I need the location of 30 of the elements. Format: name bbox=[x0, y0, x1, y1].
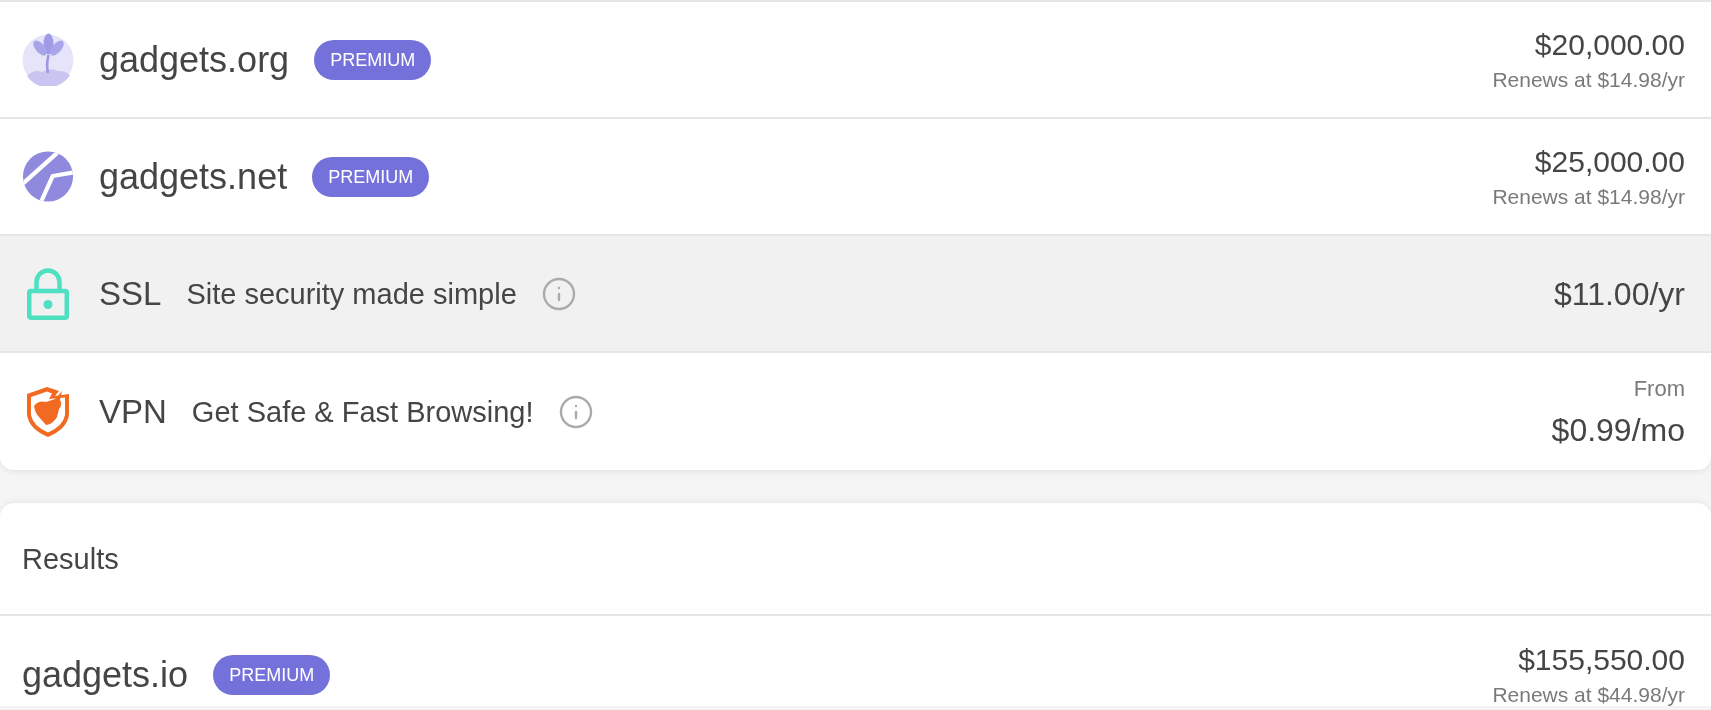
premium-badge: PREMIUM bbox=[213, 654, 331, 695]
results-heading: Results bbox=[22, 541, 119, 576]
renewal-price: Renews at $14.98/yr bbox=[1492, 67, 1685, 92]
renewal-price: Renews at $14.98/yr bbox=[1492, 184, 1685, 209]
info-icon[interactable] bbox=[540, 275, 577, 312]
price: $155,550.00 bbox=[1518, 642, 1685, 677]
domain-row[interactable]: gadgets.org PREMIUM $20,000.00 Renews at $14.98/yr bbox=[0, 2, 1711, 119]
price: $11.00/yr bbox=[1553, 275, 1685, 312]
price-prefix: From bbox=[1633, 375, 1685, 402]
addon-row[interactable]: VPN Get Safe & Fast Browsing! From $0.99/mo bbox=[0, 353, 1711, 470]
price: $0.99/mo bbox=[1551, 411, 1685, 448]
product-name: SSL bbox=[99, 273, 162, 314]
shield-icon bbox=[26, 386, 70, 437]
addon-row[interactable]: SSL Site security made simple $11.00/yr bbox=[0, 236, 1711, 353]
premium-badge: PREMIUM bbox=[314, 39, 432, 80]
product-name: VPN bbox=[99, 391, 167, 432]
renewal-price: Renews at $44.98/yr bbox=[1492, 682, 1685, 706]
domain-row[interactable]: gadgets.net PREMIUM $25,000.00 Renews at $14.98/yr bbox=[0, 119, 1711, 236]
premium-badge: PREMIUM bbox=[312, 156, 430, 197]
info-icon[interactable] bbox=[557, 393, 594, 430]
domain-name[interactable]: gadgets.org bbox=[99, 38, 290, 81]
product-tagline: Get Safe & Fast Browsing! bbox=[191, 394, 534, 430]
product-tagline: Site security made simple bbox=[186, 276, 517, 312]
striped-circle-icon bbox=[22, 149, 74, 204]
domain-name[interactable]: gadgets.net bbox=[99, 155, 288, 198]
domain-name[interactable]: gadgets.io bbox=[22, 653, 189, 696]
price: $25,000.00 bbox=[1534, 144, 1685, 179]
lock-icon bbox=[27, 267, 69, 320]
sprout-icon bbox=[22, 33, 74, 86]
price: $20,000.00 bbox=[1534, 27, 1685, 62]
